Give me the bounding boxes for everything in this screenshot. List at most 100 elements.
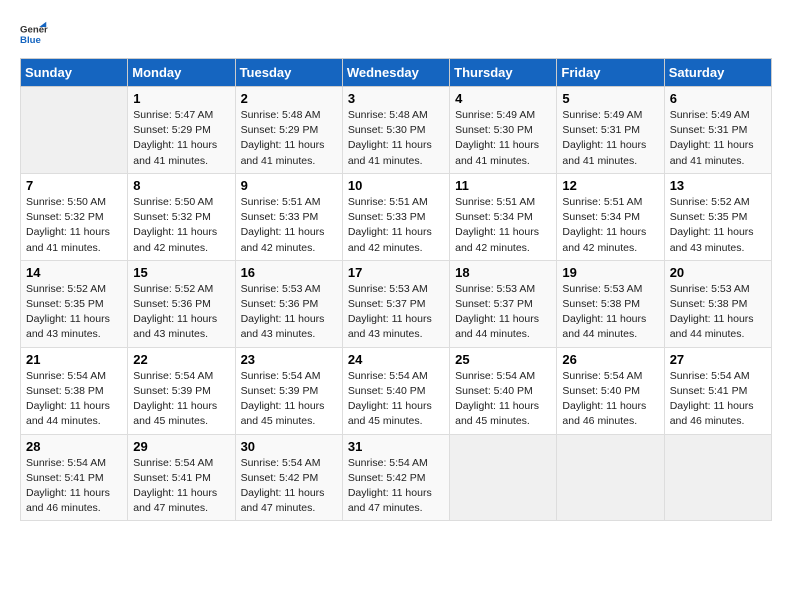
day-info: Sunrise: 5:51 AM Sunset: 5:33 PM Dayligh… <box>348 195 444 256</box>
day-number: 16 <box>241 265 337 280</box>
calendar-cell: 30 Sunrise: 5:54 AM Sunset: 5:42 PM Dayli… <box>235 434 342 521</box>
calendar-cell: 15Sunrise: 5:52 AM Sunset: 5:36 PM Dayli… <box>128 260 235 347</box>
day-number: 23 <box>241 352 337 367</box>
calendar-cell: 3 Sunrise: 5:48 AM Sunset: 5:30 PM Daylig… <box>342 87 449 174</box>
calendar-header-row: SundayMondayTuesdayWednesdayThursdayFrid… <box>21 59 772 87</box>
calendar-header-friday: Friday <box>557 59 664 87</box>
calendar-cell: 4 Sunrise: 5:49 AM Sunset: 5:30 PM Daylig… <box>450 87 557 174</box>
calendar-cell: 26Sunrise: 5:54 AM Sunset: 5:40 PM Dayli… <box>557 347 664 434</box>
calendar-cell: 16 Sunrise: 5:53 AM Sunset: 5:36 PM Dayli… <box>235 260 342 347</box>
calendar-cell: 31Sunrise: 5:54 AM Sunset: 5:42 PM Dayli… <box>342 434 449 521</box>
calendar-cell: 9Sunrise: 5:51 AM Sunset: 5:33 PM Daylig… <box>235 173 342 260</box>
day-number: 14 <box>26 265 122 280</box>
day-info: Sunrise: 5:53 AM Sunset: 5:38 PM Dayligh… <box>670 282 766 343</box>
calendar-cell: 10 Sunrise: 5:51 AM Sunset: 5:33 PM Dayli… <box>342 173 449 260</box>
day-info: Sunrise: 5:54 AM Sunset: 5:39 PM Dayligh… <box>133 369 229 430</box>
calendar-table: SundayMondayTuesdayWednesdayThursdayFrid… <box>20 58 772 521</box>
calendar-cell: 24 Sunrise: 5:54 AM Sunset: 5:40 PM Dayli… <box>342 347 449 434</box>
day-info: Sunrise: 5:54 AM Sunset: 5:40 PM Dayligh… <box>348 369 444 430</box>
day-info: Sunrise: 5:51 AM Sunset: 5:34 PM Dayligh… <box>562 195 658 256</box>
logo-icon: General Blue <box>20 20 48 48</box>
day-number: 1 <box>133 91 229 106</box>
day-number: 10 <box>348 178 444 193</box>
day-number: 4 <box>455 91 551 106</box>
calendar-week-row: 1 Sunrise: 5:47 AM Sunset: 5:29 PM Daylig… <box>21 87 772 174</box>
calendar-body: 1 Sunrise: 5:47 AM Sunset: 5:29 PM Daylig… <box>21 87 772 521</box>
calendar-week-row: 21 Sunrise: 5:54 AM Sunset: 5:38 PM Dayli… <box>21 347 772 434</box>
day-info: Sunrise: 5:54 AM Sunset: 5:42 PM Dayligh… <box>348 456 444 517</box>
day-info: Sunrise: 5:54 AM Sunset: 5:39 PM Dayligh… <box>241 369 337 430</box>
day-info: Sunrise: 5:50 AM Sunset: 5:32 PM Dayligh… <box>133 195 229 256</box>
calendar-cell: 25 Sunrise: 5:54 AM Sunset: 5:40 PM Dayli… <box>450 347 557 434</box>
day-number: 3 <box>348 91 444 106</box>
svg-text:Blue: Blue <box>20 35 41 46</box>
day-number: 18 <box>455 265 551 280</box>
day-info: Sunrise: 5:48 AM Sunset: 5:30 PM Dayligh… <box>348 108 444 169</box>
day-number: 28 <box>26 439 122 454</box>
day-info: Sunrise: 5:54 AM Sunset: 5:41 PM Dayligh… <box>133 456 229 517</box>
day-info: Sunrise: 5:53 AM Sunset: 5:36 PM Dayligh… <box>241 282 337 343</box>
calendar-cell <box>21 87 128 174</box>
calendar-header-tuesday: Tuesday <box>235 59 342 87</box>
day-number: 5 <box>562 91 658 106</box>
calendar-cell: 7 Sunrise: 5:50 AM Sunset: 5:32 PM Daylig… <box>21 173 128 260</box>
day-number: 6 <box>670 91 766 106</box>
calendar-header-saturday: Saturday <box>664 59 771 87</box>
day-info: Sunrise: 5:54 AM Sunset: 5:42 PM Dayligh… <box>241 456 337 517</box>
day-info: Sunrise: 5:53 AM Sunset: 5:38 PM Dayligh… <box>562 282 658 343</box>
calendar-cell: 1 Sunrise: 5:47 AM Sunset: 5:29 PM Daylig… <box>128 87 235 174</box>
day-number: 12 <box>562 178 658 193</box>
day-number: 27 <box>670 352 766 367</box>
day-number: 22 <box>133 352 229 367</box>
day-info: Sunrise: 5:54 AM Sunset: 5:40 PM Dayligh… <box>455 369 551 430</box>
day-info: Sunrise: 5:48 AM Sunset: 5:29 PM Dayligh… <box>241 108 337 169</box>
logo: General Blue <box>20 20 48 48</box>
day-number: 29 <box>133 439 229 454</box>
calendar-week-row: 28 Sunrise: 5:54 AM Sunset: 5:41 PM Dayli… <box>21 434 772 521</box>
calendar-cell: 6Sunrise: 5:49 AM Sunset: 5:31 PM Daylig… <box>664 87 771 174</box>
day-number: 11 <box>455 178 551 193</box>
calendar-cell <box>450 434 557 521</box>
calendar-header-thursday: Thursday <box>450 59 557 87</box>
calendar-cell: 19 Sunrise: 5:53 AM Sunset: 5:38 PM Dayli… <box>557 260 664 347</box>
day-number: 25 <box>455 352 551 367</box>
calendar-week-row: 14Sunrise: 5:52 AM Sunset: 5:35 PM Dayli… <box>21 260 772 347</box>
day-number: 24 <box>348 352 444 367</box>
day-info: Sunrise: 5:52 AM Sunset: 5:36 PM Dayligh… <box>133 282 229 343</box>
calendar-cell: 12 Sunrise: 5:51 AM Sunset: 5:34 PM Dayli… <box>557 173 664 260</box>
calendar-cell: 13 Sunrise: 5:52 AM Sunset: 5:35 PM Dayli… <box>664 173 771 260</box>
day-info: Sunrise: 5:54 AM Sunset: 5:41 PM Dayligh… <box>26 456 122 517</box>
calendar-cell: 28 Sunrise: 5:54 AM Sunset: 5:41 PM Dayli… <box>21 434 128 521</box>
day-number: 8 <box>133 178 229 193</box>
calendar-cell: 29 Sunrise: 5:54 AM Sunset: 5:41 PM Dayli… <box>128 434 235 521</box>
calendar-cell <box>557 434 664 521</box>
day-info: Sunrise: 5:51 AM Sunset: 5:34 PM Dayligh… <box>455 195 551 256</box>
day-info: Sunrise: 5:49 AM Sunset: 5:30 PM Dayligh… <box>455 108 551 169</box>
day-info: Sunrise: 5:54 AM Sunset: 5:41 PM Dayligh… <box>670 369 766 430</box>
calendar-cell <box>664 434 771 521</box>
day-info: Sunrise: 5:54 AM Sunset: 5:38 PM Dayligh… <box>26 369 122 430</box>
calendar-cell: 2Sunrise: 5:48 AM Sunset: 5:29 PM Daylig… <box>235 87 342 174</box>
calendar-cell: 11 Sunrise: 5:51 AM Sunset: 5:34 PM Dayli… <box>450 173 557 260</box>
day-info: Sunrise: 5:47 AM Sunset: 5:29 PM Dayligh… <box>133 108 229 169</box>
calendar-cell: 18Sunrise: 5:53 AM Sunset: 5:37 PM Dayli… <box>450 260 557 347</box>
calendar-cell: 20 Sunrise: 5:53 AM Sunset: 5:38 PM Dayli… <box>664 260 771 347</box>
day-number: 9 <box>241 178 337 193</box>
day-info: Sunrise: 5:50 AM Sunset: 5:32 PM Dayligh… <box>26 195 122 256</box>
calendar-cell: 8 Sunrise: 5:50 AM Sunset: 5:32 PM Daylig… <box>128 173 235 260</box>
day-info: Sunrise: 5:54 AM Sunset: 5:40 PM Dayligh… <box>562 369 658 430</box>
day-number: 19 <box>562 265 658 280</box>
calendar-cell: 27 Sunrise: 5:54 AM Sunset: 5:41 PM Dayli… <box>664 347 771 434</box>
calendar-cell: 22 Sunrise: 5:54 AM Sunset: 5:39 PM Dayli… <box>128 347 235 434</box>
day-number: 30 <box>241 439 337 454</box>
day-number: 13 <box>670 178 766 193</box>
day-number: 7 <box>26 178 122 193</box>
day-number: 21 <box>26 352 122 367</box>
calendar-header-wednesday: Wednesday <box>342 59 449 87</box>
page-header: General Blue <box>20 20 772 48</box>
calendar-cell: 5Sunrise: 5:49 AM Sunset: 5:31 PM Daylig… <box>557 87 664 174</box>
day-info: Sunrise: 5:53 AM Sunset: 5:37 PM Dayligh… <box>348 282 444 343</box>
day-info: Sunrise: 5:52 AM Sunset: 5:35 PM Dayligh… <box>670 195 766 256</box>
day-number: 20 <box>670 265 766 280</box>
calendar-cell: 17Sunrise: 5:53 AM Sunset: 5:37 PM Dayli… <box>342 260 449 347</box>
